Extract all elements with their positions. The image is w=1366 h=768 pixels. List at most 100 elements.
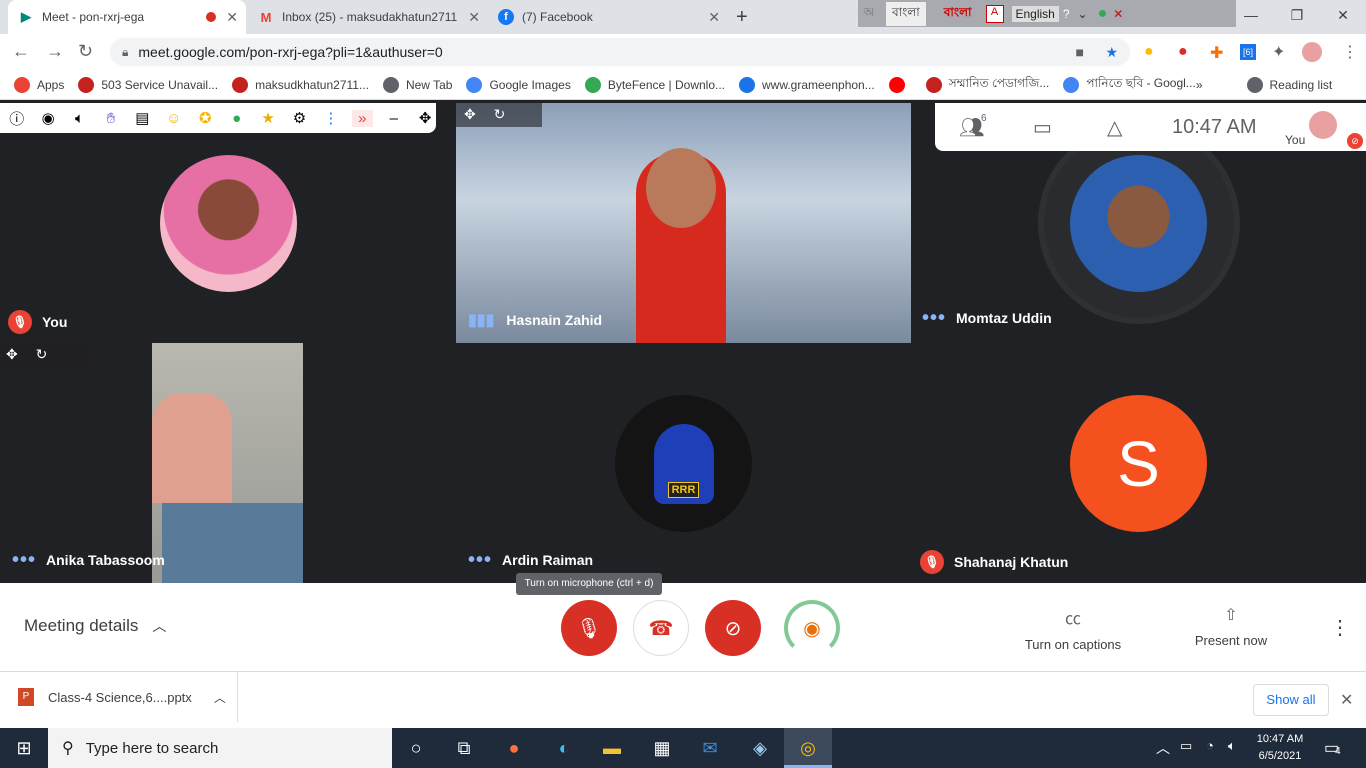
address-bar[interactable]: 🔒︎ meet.google.com/pon-rxrj-ega?pli=1&au… bbox=[110, 38, 1130, 66]
avro-icon[interactable]: অ bbox=[858, 4, 880, 24]
camera-toggle-button[interactable]: ⊘ bbox=[705, 600, 761, 656]
chevron-up-icon[interactable]: ︿ bbox=[214, 689, 226, 706]
close-icon[interactable]: ✕ bbox=[1320, 0, 1366, 30]
show-all-button[interactable]: Show all bbox=[1253, 684, 1329, 716]
bookmark-item[interactable]: Google Images bbox=[466, 76, 571, 93]
anika-video bbox=[152, 343, 303, 583]
download-item[interactable]: P Class-4 Science,6....pptx ︿ bbox=[18, 672, 238, 722]
firefox-icon[interactable]: ● bbox=[502, 736, 526, 760]
bookmark-item[interactable]: maksudkhatun2711... bbox=[232, 76, 369, 93]
mic-toggle-button[interactable]: 🎙︎ bbox=[561, 600, 617, 656]
notification-icon[interactable]: ▭ 4 bbox=[1324, 738, 1341, 758]
eye-icon[interactable]: ◉ bbox=[37, 109, 58, 127]
extension-bulb-icon[interactable]: ● bbox=[1144, 43, 1154, 61]
captions-button[interactable]: ㏄ Turn on captions bbox=[1020, 605, 1126, 652]
close-icon[interactable]: ✕ bbox=[468, 9, 480, 26]
move-icon[interactable]: ✥ bbox=[464, 106, 476, 122]
visibility-button[interactable]: ◉ bbox=[784, 600, 840, 656]
chat-icon[interactable]: ▭ bbox=[1033, 115, 1052, 140]
minimize-icon[interactable]: – bbox=[383, 110, 404, 127]
refresh-icon[interactable]: ↻ bbox=[494, 106, 506, 122]
chevron-down-icon[interactable]: ⌄ bbox=[1078, 7, 1088, 21]
chrome-taskbar-button[interactable]: ◎ bbox=[784, 728, 832, 768]
clipboard-icon[interactable]: ▤ bbox=[132, 109, 153, 127]
tab-facebook[interactable]: f (7) Facebook ✕ bbox=[488, 0, 728, 34]
bookmark-item[interactable]: www.grameenphon... bbox=[739, 76, 875, 93]
reload-icon[interactable]: ↻ bbox=[78, 41, 93, 62]
minimize-icon[interactable]: — bbox=[1228, 0, 1274, 30]
more-vert-icon[interactable]: ⋮ bbox=[320, 109, 341, 127]
new-tab-button[interactable]: + bbox=[736, 6, 748, 29]
back-icon[interactable]: ← bbox=[12, 41, 30, 62]
close-icon[interactable]: ✕ bbox=[708, 9, 720, 26]
tab-gmail[interactable]: M Inbox (25) - maksudakhatun2711 ✕ bbox=[248, 0, 488, 34]
bookmark-item[interactable] bbox=[888, 76, 912, 93]
more-bookmarks-icon[interactable]: » bbox=[1196, 78, 1203, 92]
leave-call-button[interactable]: ☎︎ bbox=[633, 600, 689, 656]
star-icon[interactable]: ★ bbox=[257, 109, 278, 127]
present-button[interactable]: ⇧ Present now bbox=[1188, 605, 1274, 648]
battery-icon[interactable]: ▭ bbox=[1180, 738, 1192, 754]
meeting-details-label: Meeting details bbox=[24, 616, 139, 635]
app-icon[interactable]: ◈ bbox=[748, 736, 772, 760]
bookmark-item[interactable]: Reading list bbox=[1246, 76, 1332, 93]
bookmark-item[interactable]: Apps bbox=[14, 76, 64, 93]
profile-avatar[interactable] bbox=[1302, 42, 1322, 62]
meeting-top-panel: 👥︎ 6 ▭ △ 10:47 AM You ⊘ bbox=[935, 103, 1366, 151]
speaker-icon[interactable]: 🔈︎ bbox=[69, 110, 90, 127]
bookmark-item[interactable]: 503 Service Unavail... bbox=[78, 76, 218, 93]
extension-icon[interactable]: ✚ bbox=[1210, 43, 1223, 63]
downloads-bar: P Class-4 Science,6....pptx ︿ Show all ✕ bbox=[0, 671, 1366, 728]
english-button[interactable]: English bbox=[1011, 5, 1059, 22]
move-icon[interactable]: ✥ bbox=[414, 109, 435, 127]
puzzle-icon[interactable]: ✦ bbox=[1272, 42, 1285, 62]
file-explorer-icon[interactable]: ▬ bbox=[600, 736, 624, 760]
close-icon[interactable]: ✕ bbox=[1113, 7, 1123, 21]
menu-icon[interactable]: ⋮ bbox=[1342, 42, 1358, 62]
hand-icon[interactable]: ✋︎ bbox=[100, 110, 121, 127]
emoji-icon[interactable]: ☺ bbox=[163, 110, 184, 127]
wifi-icon[interactable]: ◔ bbox=[1206, 738, 1214, 753]
star-icon[interactable]: ★ bbox=[1105, 44, 1118, 61]
meeting-details-button[interactable]: Meeting details ︿ bbox=[24, 616, 166, 636]
globe-icon[interactable]: ● bbox=[1098, 5, 1108, 23]
move-icon[interactable]: ✥ bbox=[6, 346, 18, 362]
extension-icon[interactable]: [6] bbox=[1240, 44, 1256, 60]
bangla-button[interactable]: বাংলা bbox=[886, 1, 926, 26]
store-icon[interactable]: ▦ bbox=[650, 736, 674, 760]
refresh-icon[interactable]: ↻ bbox=[36, 346, 48, 362]
video-book bbox=[162, 503, 303, 583]
mail-icon[interactable]: ✉ bbox=[698, 736, 722, 760]
extension-icon[interactable]: ● bbox=[1178, 43, 1188, 61]
bookmark-item[interactable]: ByteFence | Downlo... bbox=[584, 76, 725, 93]
expand-icon[interactable]: » bbox=[351, 109, 374, 127]
close-icon[interactable]: ✕ bbox=[1340, 690, 1353, 710]
chat-icon[interactable]: ● bbox=[226, 110, 247, 127]
bookmark-item[interactable]: পানিতে ছবি - Googl... bbox=[1063, 75, 1196, 95]
gear-icon[interactable]: ⚙ bbox=[289, 109, 310, 127]
tab-meet[interactable]: ▶ Meet - pon-rxrj-ega ✕ bbox=[8, 0, 246, 34]
close-icon[interactable]: ✕ bbox=[226, 9, 238, 26]
restore-icon[interactable]: ❐ bbox=[1274, 0, 1320, 30]
forward-icon[interactable]: → bbox=[46, 41, 64, 62]
help-icon[interactable]: ? bbox=[1063, 7, 1070, 21]
clock[interactable]: 10:47 AM 6/5/2021 bbox=[1250, 731, 1310, 765]
font-icon[interactable]: A bbox=[985, 4, 1004, 23]
volume-icon[interactable]: 🔈︎ bbox=[1228, 738, 1236, 754]
badge-icon[interactable]: ✪ bbox=[195, 109, 216, 127]
more-options-icon[interactable]: ⋮ bbox=[1330, 615, 1350, 640]
chevron-up-icon[interactable]: ︿ bbox=[1156, 738, 1170, 758]
taskbar-search[interactable]: ⚲ Type here to search bbox=[48, 728, 392, 768]
participant-name: Anika Tabassoom bbox=[46, 552, 165, 568]
task-view-icon[interactable]: ⧉ bbox=[452, 736, 476, 760]
self-label: You bbox=[1285, 133, 1306, 147]
windows-start-icon[interactable]: ⊞ bbox=[12, 736, 36, 760]
bookmark-item[interactable]: সম্মানিত পেডাগজি... bbox=[925, 75, 1049, 95]
camera-icon[interactable]: ■ bbox=[1076, 44, 1084, 60]
info-icon[interactable]: ⓘ bbox=[6, 108, 27, 129]
edge-icon[interactable]: ◐ bbox=[552, 736, 576, 760]
activities-icon[interactable]: △ bbox=[1107, 115, 1122, 140]
bookmark-item[interactable]: New Tab bbox=[382, 76, 452, 93]
bijoy-button[interactable]: বাংলা bbox=[944, 4, 972, 24]
cortana-icon[interactable]: ○ bbox=[404, 736, 428, 760]
